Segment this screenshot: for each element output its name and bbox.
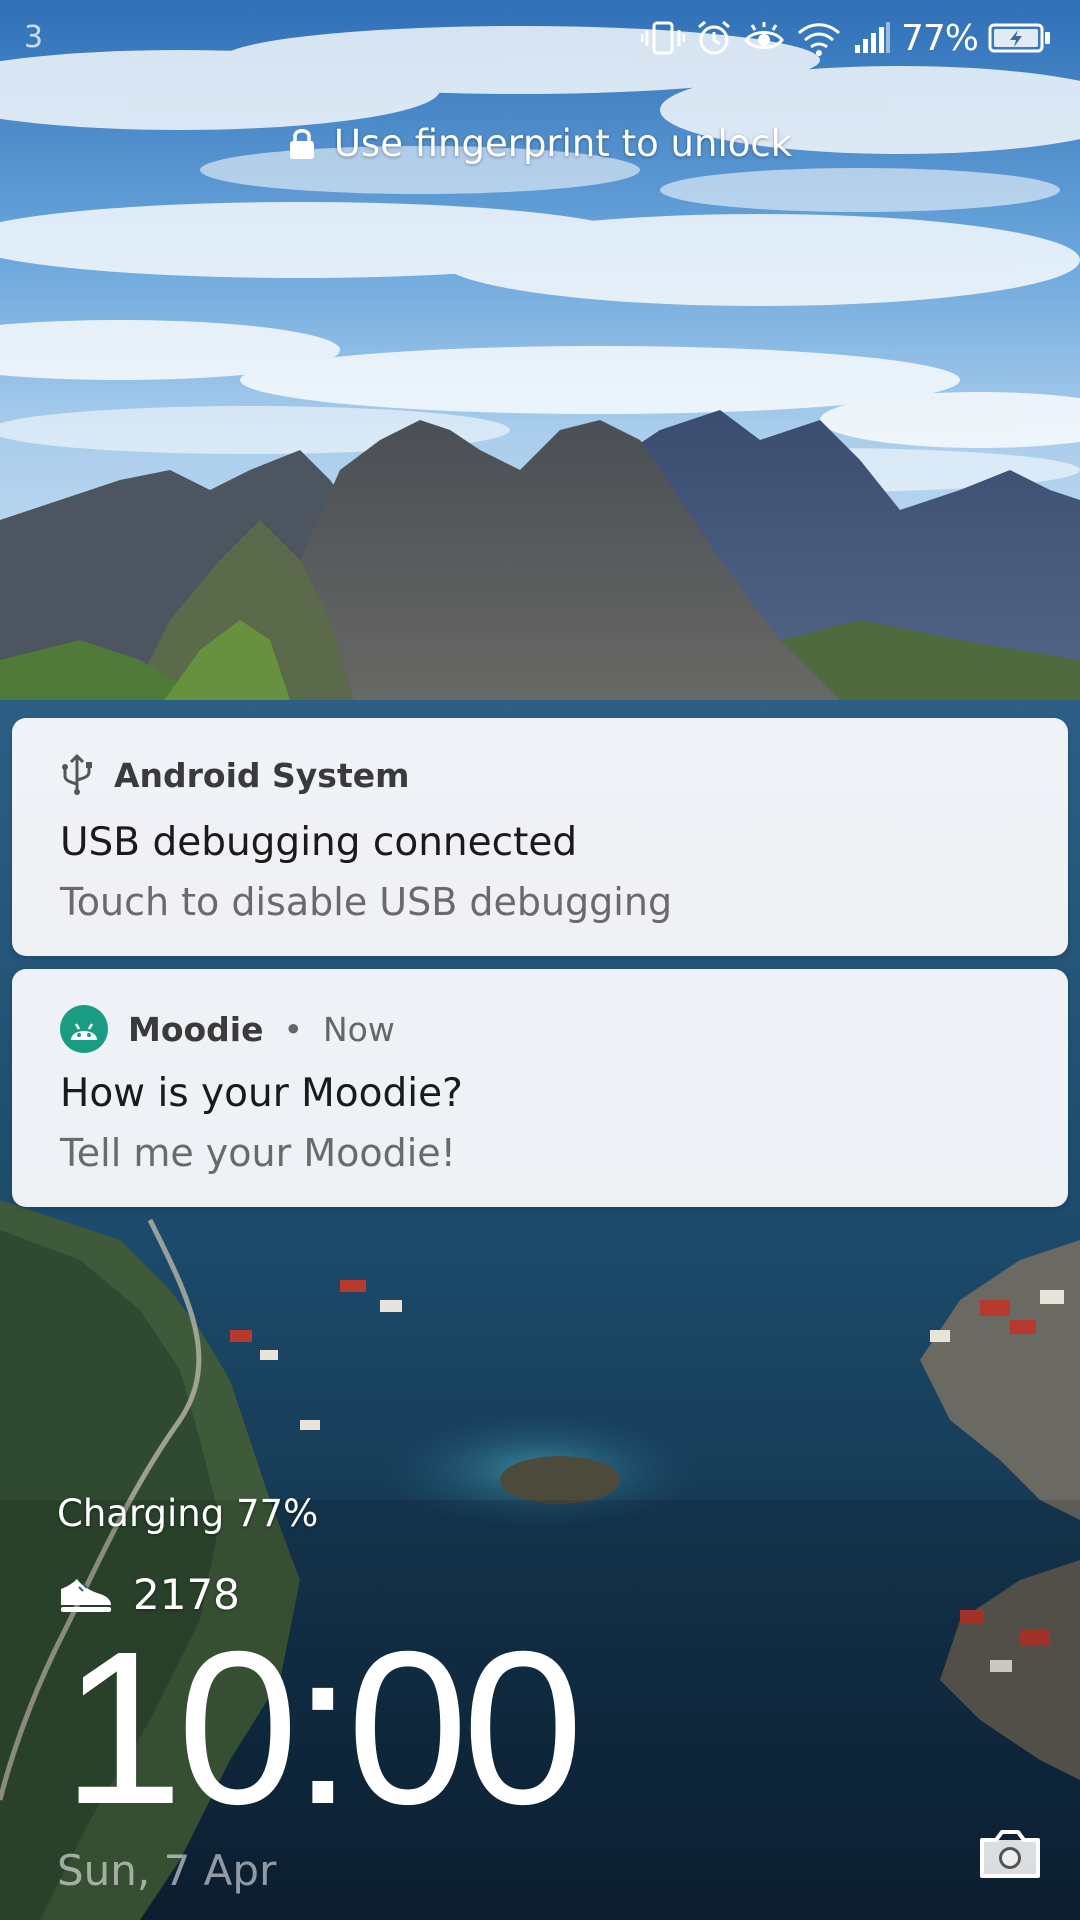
- notification-usb-debugging[interactable]: Android System USB debugging connected T…: [12, 718, 1068, 956]
- notification-app-name: Moodie: [128, 1009, 264, 1049]
- camera-icon[interactable]: [978, 1828, 1042, 1880]
- fingerprint-unlock-hint: Use fingerprint to unlock: [0, 122, 1080, 165]
- eye-comfort-icon: [744, 22, 784, 49]
- wifi-icon: [797, 23, 840, 56]
- notification-header: Moodie • Now: [60, 1005, 395, 1053]
- usb-icon: [62, 754, 92, 795]
- notification-header: Android System: [60, 754, 410, 796]
- battery-charging-icon: [988, 23, 1050, 53]
- status-icons: 77%: [640, 14, 1052, 62]
- notification-text: Touch to disable USB debugging: [60, 880, 673, 924]
- battery-percent: 77%: [900, 17, 979, 59]
- clock-date: Sun, 7 Apr: [57, 1846, 277, 1895]
- clock-time: 10:00: [62, 1607, 584, 1850]
- lock-hint-text: Use fingerprint to unlock: [333, 122, 793, 165]
- lock-screen: 3 77% Use fingerprint to unlock Android …: [0, 0, 1080, 1920]
- lock-icon: [289, 128, 314, 159]
- notification-text: Tell me your Moodie!: [60, 1131, 456, 1175]
- notification-moodie[interactable]: Moodie • Now How is your Moodie? Tell me…: [12, 969, 1068, 1207]
- alarm-icon: [698, 20, 730, 55]
- cellular-signal-icon: [854, 22, 890, 53]
- notification-title: USB debugging connected: [60, 820, 578, 865]
- notification-count: 3: [24, 20, 44, 55]
- notification-time: Now: [322, 1009, 395, 1049]
- notification-app-name: Android System: [114, 755, 410, 795]
- android-app-icon: [60, 1005, 108, 1053]
- vibrate-icon: [640, 21, 685, 55]
- charging-status: Charging 77%: [57, 1492, 319, 1535]
- notification-title: How is your Moodie?: [60, 1071, 463, 1116]
- separator-dot: •: [283, 1009, 303, 1049]
- status-bar: 3 77%: [0, 0, 1080, 76]
